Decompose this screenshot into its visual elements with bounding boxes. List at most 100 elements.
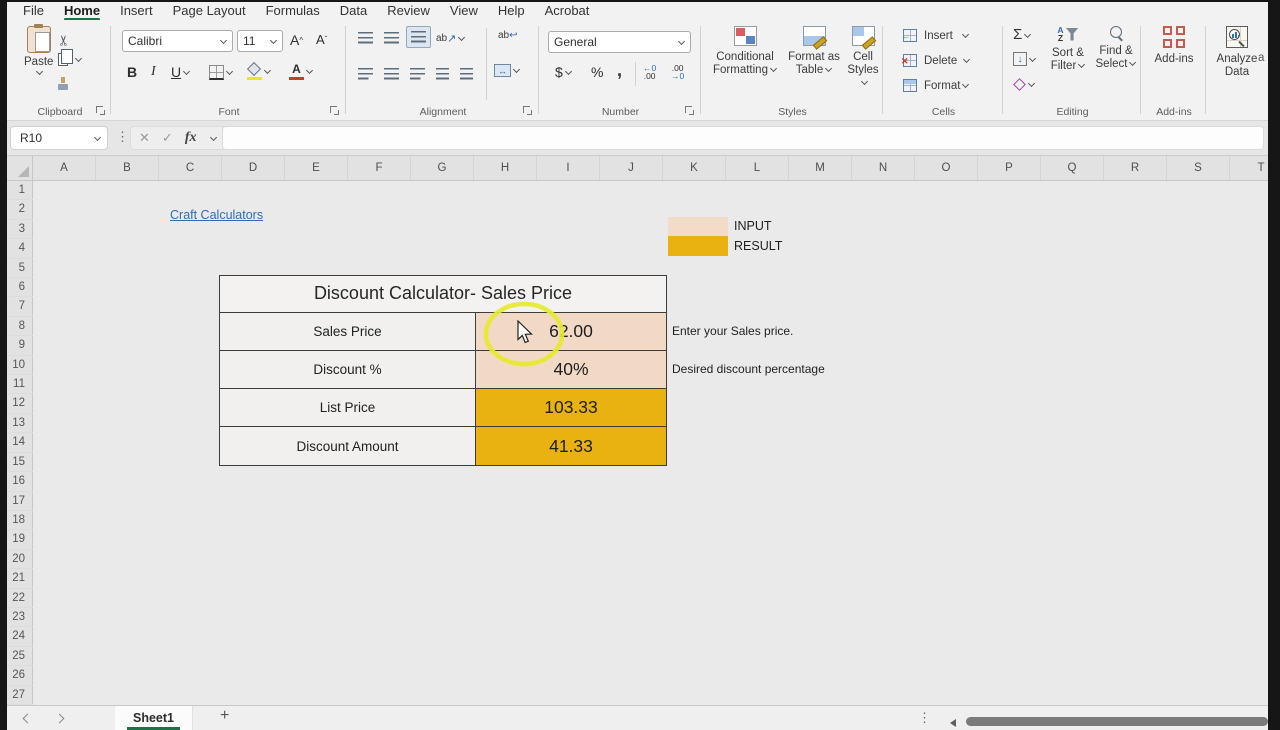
clipped-ribbon-text: a	[1258, 52, 1264, 64]
next-sheet-icon[interactable]	[55, 714, 65, 724]
autosum-button[interactable]: Σ	[1013, 28, 1031, 42]
column-header-P[interactable]: P	[978, 156, 1041, 180]
clipboard-dialog-launcher[interactable]	[96, 106, 106, 116]
increase-decimal-button[interactable]: ←0.00	[643, 64, 656, 80]
input-cell[interactable]: 40%	[476, 351, 666, 388]
menu-tab-data[interactable]: Data	[330, 2, 377, 18]
column-header-F[interactable]: F	[348, 156, 411, 180]
cut-button[interactable]: ✂	[58, 32, 70, 49]
format-cells-button[interactable]: Format	[903, 79, 969, 92]
column-header-G[interactable]: G	[411, 156, 474, 180]
menu-tab-page-layout[interactable]: Page Layout	[163, 2, 256, 18]
format-painter-button[interactable]	[57, 77, 69, 91]
scroll-left-icon[interactable]	[950, 719, 956, 727]
decrease-decimal-button[interactable]: .00→0	[671, 64, 684, 80]
align-bottom-button[interactable]	[406, 26, 431, 48]
column-header-M[interactable]: M	[789, 156, 852, 180]
fill-button[interactable]: ↓	[1013, 52, 1036, 66]
insert-function-icon[interactable]: fx	[185, 130, 197, 146]
decrease-font-button[interactable]: Aˇ	[316, 32, 327, 47]
prev-sheet-icon[interactable]	[23, 714, 33, 724]
italic-button[interactable]: I	[151, 64, 156, 80]
horizontal-scrollbar-thumb[interactable]	[966, 717, 1268, 726]
bold-button[interactable]: B	[127, 64, 137, 80]
conditional-formatting-button[interactable]: Conditional Formatting	[709, 26, 781, 77]
add-sheet-button[interactable]: +	[212, 707, 237, 725]
sort-filter-button[interactable]: AZ Sort & Filter	[1045, 26, 1091, 73]
percent-button[interactable]: %	[591, 64, 603, 80]
sheet-tab-sheet1[interactable]: Sheet1	[115, 706, 193, 730]
underline-button[interactable]: U	[171, 64, 190, 80]
find-select-button[interactable]: Find & Select	[1093, 26, 1139, 71]
paste-button[interactable]: Paste	[24, 26, 53, 76]
comma-button[interactable]: ,	[617, 60, 622, 81]
formula-bar-kebab-icon[interactable]: ⋮	[116, 129, 129, 145]
column-header-I[interactable]: I	[537, 156, 600, 180]
result-cell[interactable]: 41.33	[476, 427, 666, 465]
alignment-dialog-launcher[interactable]	[523, 106, 533, 116]
column-header-K[interactable]: K	[663, 156, 726, 180]
menu-tab-file[interactable]: File	[13, 2, 54, 18]
input-cell[interactable]: 62.00	[476, 313, 666, 350]
menu-tab-view[interactable]: View	[440, 2, 488, 18]
analyze-data-button[interactable]: Analyze Data	[1214, 26, 1260, 79]
borders-button[interactable]	[209, 65, 233, 80]
column-header-E[interactable]: E	[285, 156, 348, 180]
column-header-A[interactable]: A	[33, 156, 96, 180]
column-header-Q[interactable]: Q	[1041, 156, 1104, 180]
increase-indent-button[interactable]	[460, 68, 473, 80]
column-header-N[interactable]: N	[852, 156, 915, 180]
column-header-O[interactable]: O	[915, 156, 978, 180]
wrap-text-icon: ↩	[509, 30, 517, 41]
formula-input[interactable]	[222, 126, 1264, 150]
font-name-combo[interactable]: Calibri	[122, 30, 233, 52]
number-format-combo[interactable]: General	[548, 31, 691, 53]
cell-styles-button[interactable]: Cell Styles	[843, 26, 883, 90]
format-as-table-button[interactable]: Format as Table	[783, 26, 845, 77]
column-header-J[interactable]: J	[600, 156, 663, 180]
menu-tab-review[interactable]: Review	[377, 2, 440, 18]
column-header-D[interactable]: D	[222, 156, 285, 180]
orientation-button[interactable]: ab↗	[436, 32, 465, 45]
clear-button[interactable]	[1013, 78, 1035, 91]
column-header-L[interactable]: L	[726, 156, 789, 180]
spreadsheet-grid[interactable]: 1234567891011121314151617181920212223242…	[0, 181, 1280, 705]
scrollbar-kebab-icon[interactable]: ⋮	[918, 710, 931, 726]
copy-button[interactable]	[58, 53, 82, 66]
menu-tab-insert[interactable]: Insert	[110, 2, 163, 18]
menu-tab-formulas[interactable]: Formulas	[256, 2, 330, 18]
column-headers: ABCDEFGHIJKLMNOPQRST	[0, 156, 1280, 181]
borders-icon	[209, 65, 224, 80]
delete-cells-button[interactable]: ✕ Delete	[903, 54, 970, 67]
align-center-button[interactable]	[384, 68, 399, 80]
name-box[interactable]: R10	[10, 126, 108, 150]
result-cell[interactable]: 103.33	[476, 389, 666, 426]
align-middle-button[interactable]	[384, 32, 399, 44]
font-color-button[interactable]: A	[289, 62, 313, 80]
font-size-combo[interactable]: 11	[237, 30, 283, 52]
addins-button[interactable]: Add-ins	[1151, 26, 1197, 66]
wrap-text-button[interactable]: ab↩	[498, 30, 518, 41]
cancel-icon[interactable]: ✕	[139, 130, 150, 146]
menu-tab-help[interactable]: Help	[488, 2, 535, 18]
merge-center-button[interactable]: ↔	[494, 64, 520, 77]
craft-calculators-link[interactable]: Craft Calculators	[170, 208, 263, 222]
align-left-button[interactable]	[358, 68, 373, 80]
font-dialog-launcher[interactable]	[330, 106, 340, 116]
align-right-button[interactable]	[410, 68, 425, 80]
align-top-button[interactable]	[358, 32, 373, 44]
fill-color-button[interactable]	[247, 63, 271, 80]
column-header-B[interactable]: B	[96, 156, 159, 180]
decrease-indent-button[interactable]	[436, 68, 449, 80]
menu-tab-home[interactable]: Home	[54, 2, 110, 18]
insert-cells-button[interactable]: ← Insert	[903, 29, 969, 42]
column-header-H[interactable]: H	[474, 156, 537, 180]
column-header-R[interactable]: R	[1104, 156, 1167, 180]
menu-tab-acrobat[interactable]: Acrobat	[535, 2, 600, 18]
enter-icon[interactable]: ✓	[162, 130, 173, 146]
increase-font-button[interactable]: A^	[290, 32, 303, 48]
column-header-C[interactable]: C	[159, 156, 222, 180]
currency-button[interactable]: $	[555, 64, 572, 80]
number-dialog-launcher[interactable]	[685, 106, 695, 116]
column-header-S[interactable]: S	[1167, 156, 1230, 180]
